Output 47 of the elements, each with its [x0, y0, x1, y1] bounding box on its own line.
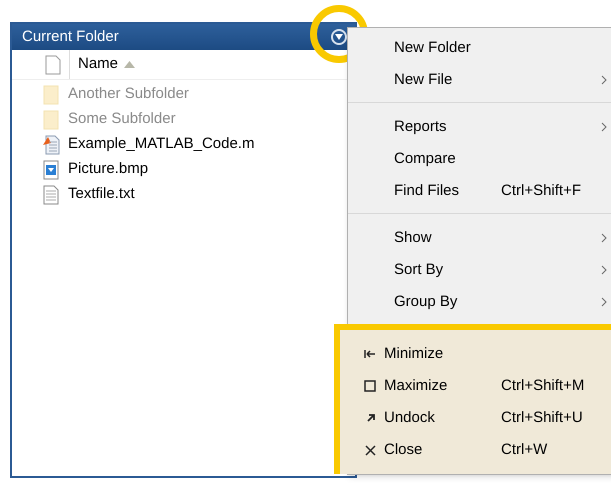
- menu-item[interactable]: Group By: [348, 286, 611, 318]
- folder-icon: [43, 110, 59, 130]
- file-name: Textfile.txt: [68, 184, 135, 204]
- undock-arrow-icon: [366, 413, 376, 423]
- menu-item-label: Maximize: [384, 376, 448, 394]
- folder-icon: [43, 84, 59, 104]
- menu-item-label: Undock: [384, 408, 435, 426]
- menu-item[interactable]: Close Ctrl+W: [348, 434, 611, 466]
- menu-item[interactable]: New Folder: [348, 32, 611, 64]
- menu-item-label: Sort By: [394, 260, 444, 278]
- file-name: Some Subfolder: [68, 109, 176, 130]
- text-file-icon: [43, 184, 59, 204]
- menu-item[interactable]: Maximize Ctrl+Shift+M: [348, 370, 611, 402]
- menu-item[interactable]: Minimize: [348, 338, 611, 370]
- dropdown-triangle-icon: [335, 34, 343, 40]
- file-name: Another Subfolder: [68, 84, 189, 104]
- shortcut-text: Ctrl+W: [501, 440, 548, 458]
- submenu-chevron-icon: [601, 265, 607, 275]
- menu-item[interactable]: Sort By: [348, 254, 611, 286]
- submenu-chevron-icon: [601, 75, 607, 85]
- shortcut-text: Ctrl+Shift+M: [501, 376, 584, 394]
- matlab-file-icon: [42, 134, 60, 154]
- menu-item-label: New Folder: [394, 38, 471, 56]
- menu-item-label: Find Files: [394, 182, 460, 199]
- file-name: Example_MATLAB_Code.m: [68, 134, 254, 154]
- menu-item-label: Show: [394, 228, 432, 246]
- shortcut-text: Ctrl+Shift+U: [501, 408, 583, 426]
- minimize-icon: [364, 350, 376, 358]
- maximize-icon: [364, 380, 376, 392]
- menu-item[interactable]: Undock Ctrl+Shift+U: [348, 402, 611, 434]
- menu-item-label: Compare: [394, 150, 456, 167]
- menu-item-label: Close: [384, 440, 422, 458]
- shortcut-text: Ctrl+Shift+F: [501, 182, 582, 199]
- close-icon: [365, 444, 376, 456]
- name-column-header[interactable]: Name: [70, 53, 136, 76]
- submenu-chevron-icon: [601, 233, 607, 243]
- menu-item-label: Reports: [394, 118, 447, 135]
- submenu-chevron-icon: [601, 122, 607, 132]
- panel-title: Current Folder: [22, 26, 119, 47]
- menu-item-label: Minimize: [384, 344, 444, 362]
- image-file-icon: [43, 160, 59, 180]
- file-type-column-icon: [44, 54, 60, 74]
- submenu-chevron-icon: [601, 297, 607, 307]
- menu-item[interactable]: Show: [348, 222, 611, 254]
- menu-item-label: New File: [394, 70, 452, 88]
- file-name: Picture.bmp: [68, 159, 148, 180]
- menu-item-label: Group By: [394, 292, 458, 310]
